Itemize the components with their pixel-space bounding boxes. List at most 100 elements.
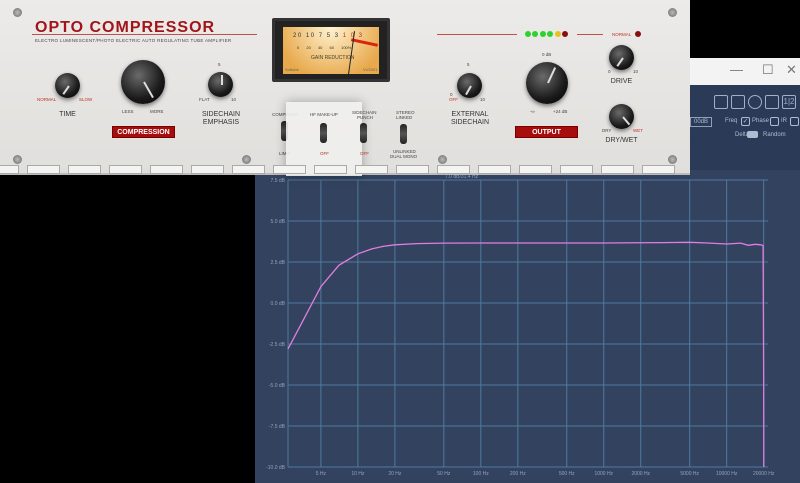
y-tick-label: 0.0 dB (271, 301, 286, 307)
ir-checkbox[interactable] (790, 117, 799, 126)
sidechain-emphasis-knob[interactable] (208, 72, 233, 97)
rack-slot (109, 165, 142, 174)
y-tick-label: -10.0 dB (266, 465, 286, 471)
rack-slot (273, 165, 306, 174)
vu-red-zone (350, 38, 379, 47)
delta-toggle[interactable] (747, 131, 758, 138)
hf-makeup-switch[interactable] (320, 123, 327, 143)
time-min-label: NORMAL (37, 97, 57, 102)
rack-slot (437, 165, 470, 174)
x-tick-label: 10 Hz (351, 471, 365, 477)
led-3 (540, 31, 546, 37)
x-tick-label: 5 Hz (316, 471, 327, 477)
time-knob[interactable] (55, 73, 80, 98)
analyzer-toolbar: 1|2 00dB Freq ✓ Phase IR Delta Random (690, 85, 800, 145)
divider (437, 34, 517, 35)
hf-makeup-label: HF MAKE-UP (310, 112, 338, 117)
y-tick-label: 7.5 dB (271, 178, 286, 184)
drive-knob[interactable] (609, 45, 634, 70)
drive-normal-led[interactable] (635, 31, 641, 37)
sidechain-punch-switch[interactable] (360, 123, 367, 143)
maximize-button[interactable]: ☐ (762, 62, 774, 78)
camera-icon[interactable] (765, 95, 779, 109)
rack-slot (355, 165, 388, 174)
es-label: SIDECHAIN (450, 119, 490, 126)
time-max-label: SLOW (79, 97, 93, 102)
range-field[interactable]: 00dB (690, 117, 713, 127)
eye-icon[interactable] (748, 95, 762, 109)
screw-icon (668, 8, 677, 17)
output-top-label: 0 dB (542, 52, 552, 57)
freq-checkbox[interactable]: ✓ (741, 117, 750, 126)
random-label: Random (763, 132, 786, 138)
y-tick-label: -7.5 dB (269, 424, 286, 430)
drywet-max-label: WET (633, 128, 643, 133)
external-sidechain-knob[interactable] (457, 73, 482, 98)
drywet-label: DRY/WET (605, 137, 638, 144)
se-min-label: FLAT (199, 97, 210, 102)
rack-slot (396, 165, 429, 174)
se-mid-label: 5 (218, 62, 221, 67)
window-titlebar: — ☐ ✕ (690, 58, 800, 85)
page-button[interactable]: 1|2 (782, 95, 796, 109)
y-tick-label: 2.5 dB (271, 260, 286, 266)
led-4 (547, 31, 553, 37)
rack-slot (27, 165, 60, 174)
x-tick-label: 1000 Hz (594, 471, 613, 477)
x-tick-label: 200 Hz (510, 471, 526, 477)
x-tick-label: 100 Hz (473, 471, 489, 477)
stereo-label: LINKED (396, 115, 413, 120)
time-label: TIME (59, 111, 76, 118)
notes-icon[interactable] (714, 95, 728, 109)
phase-checkbox[interactable] (770, 117, 779, 126)
compression-button[interactable]: COMPRESSION (112, 126, 175, 138)
rack-slot (601, 165, 634, 174)
y-tick-label: -2.5 dB (269, 342, 286, 348)
rack-slot (519, 165, 552, 174)
rack-slot (191, 165, 224, 174)
vu-subscale: 0 20 40 60 100% (297, 45, 352, 50)
drive-min-label: 0 (608, 69, 611, 74)
minimize-button[interactable]: — (730, 62, 743, 77)
drywet-min-label: DRY (602, 128, 612, 133)
book-icon[interactable] (731, 95, 745, 109)
screw-icon (668, 155, 677, 164)
led-1 (525, 31, 531, 37)
plot-background (255, 170, 800, 483)
vu-brand: Softube (285, 67, 299, 72)
drywet-knob[interactable] (609, 104, 634, 129)
es-max-label: 10 (480, 97, 486, 102)
divider (32, 34, 257, 35)
output-knob[interactable] (526, 62, 568, 104)
screw-icon (13, 155, 22, 164)
x-tick-label: 2000 Hz (631, 471, 650, 477)
drive-normal-label: NORMAL (612, 32, 632, 37)
drive-label: DRIVE (610, 78, 633, 85)
sc-off-label: OFF (360, 151, 369, 156)
x-tick-label: 20 Hz (388, 471, 402, 477)
compression-max-label: MORE (150, 109, 164, 114)
rack-slot (314, 165, 347, 174)
vu-label: GAIN REDUCTION (311, 55, 355, 61)
screw-icon (13, 8, 22, 17)
plugin-subtitle: ELECTRO LUMINESCENT/PHOTO ELECTRIC AUTO … (35, 38, 232, 43)
freq-label: Freq (725, 118, 738, 124)
y-tick-label: -5.0 dB (269, 383, 286, 389)
es-mid-label: 5 (467, 62, 470, 67)
rack-slot (478, 165, 511, 174)
se-label: SIDECHAIN (201, 111, 241, 118)
rack-slot (232, 165, 265, 174)
rack-slot (560, 165, 593, 174)
opto-compressor-plugin: OPTO COMPRESSOR ELECTRO LUMINESCENT/PHOT… (0, 0, 690, 176)
se-label: EMPHASIS (202, 119, 240, 126)
output-button[interactable]: OUTPUT (515, 126, 578, 138)
se-max-label: 10 (231, 97, 237, 102)
x-tick-label: 10000 Hz (716, 471, 738, 477)
close-button[interactable]: ✕ (786, 62, 797, 78)
es-off-label: OFF (449, 97, 458, 102)
output-max-label: +24 dB (553, 109, 568, 114)
screw-icon (438, 155, 447, 164)
compression-knob[interactable] (121, 60, 165, 104)
rack-slot (642, 165, 675, 174)
stereo-link-switch[interactable] (400, 124, 407, 144)
